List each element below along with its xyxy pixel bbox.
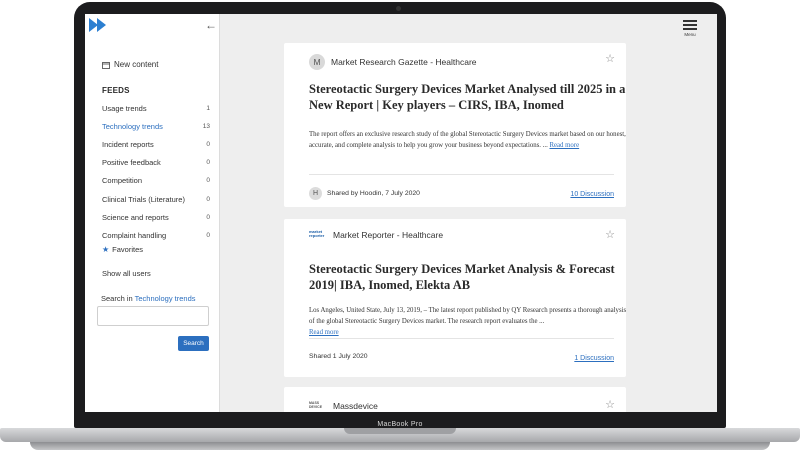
feed-label: Positive feedback [102,158,161,168]
feeds-heading: FEEDS [102,86,130,95]
collapse-sidebar-icon[interactable]: ← [205,18,217,32]
source-name: Massdevice [333,401,378,411]
feed-count: 0 [206,213,210,221]
brand-logo-icon[interactable] [89,18,111,32]
feed-item-competition[interactable]: Competition 0 [102,172,210,190]
feed-item-clinical-trials[interactable]: Clinical Trials (Literature) 0 [102,190,210,208]
search-scope: Technology trends [134,294,196,303]
feed-count: 0 [206,177,210,185]
article-source[interactable]: market reporter Market Reporter - Health… [309,229,444,240]
source-name: Market Reporter - Healthcare [333,230,444,240]
article-title[interactable]: Stereotactic Surgery Devices Market Anal… [309,82,629,113]
article-summary: The report offers an exclusive research … [309,129,629,151]
feed-count: 0 [206,195,210,203]
calendar-icon [102,61,110,69]
shared-info: H Shared by Hoodin, 7 July 2020 [309,187,420,200]
shared-info: Shared 1 July 2020 [309,353,368,360]
search-input[interactable] [97,306,209,326]
menu-label: Menu [684,32,696,37]
feed-item-usage-trends[interactable]: Usage trends 1 [102,99,210,117]
feed-count: 0 [206,159,210,167]
feed-label: Technology trends [102,121,163,131]
feed-label: Complaint handling [102,230,167,240]
card-divider [309,174,614,175]
summary-text: Los Angeles, United State, July 13, 2019… [309,307,627,326]
laptop-base-bottom [30,442,770,450]
feed-item-science-and-reports[interactable]: Science and reports 0 [102,208,210,226]
search-button[interactable]: Search [178,336,209,351]
discussion-link[interactable]: 1 Discussion [574,355,614,362]
article-source[interactable]: M Market Research Gazette - Healthcare [309,54,477,70]
hamburger-icon-line [683,24,697,26]
feed-count: 0 [206,140,210,148]
article-title[interactable]: Stereotactic Surgery Devices Market Anal… [309,262,629,293]
feed-item-complaint-handling[interactable]: Complaint handling 0 [102,226,210,244]
menu-button[interactable]: Menu [683,20,697,37]
read-more-link[interactable]: Read more [309,329,339,336]
read-more-link[interactable]: Read more [549,142,579,149]
sidebar: ← New content FEEDS Usage trends 1 Techn… [85,14,220,412]
new-content-link[interactable]: New content [102,60,158,69]
feed-label: Incident reports [102,139,154,149]
article-source[interactable]: MASS DEVICE Massdevice [309,401,378,411]
feed-item-positive-feedback[interactable]: Positive feedback 0 [102,154,210,172]
hamburger-icon [683,20,697,22]
favorites-link[interactable]: ★ Favorites [102,245,143,254]
favorite-star-icon[interactable]: ☆ [605,398,615,411]
shared-text: Shared 1 July 2020 [309,353,368,360]
app-screen: ← New content FEEDS Usage trends 1 Techn… [85,14,717,412]
camera-icon [396,6,401,11]
feed-list: Usage trends 1 Technology trends 13 Inci… [102,99,210,245]
search-label: Search in Technology trends [101,294,196,303]
article-card: M Market Research Gazette - Healthcare ☆… [284,43,626,207]
card-divider [309,338,614,339]
feed-count: 13 [202,122,210,130]
source-avatar: M [309,54,325,70]
feed-label: Competition [102,176,143,186]
feed-label: Clinical Trials (Literature) [102,194,185,204]
feed-count: 1 [206,104,210,112]
feed-item-technology-trends[interactable]: Technology trends 13 [102,117,210,135]
laptop-mockup: ← New content FEEDS Usage trends 1 Techn… [0,0,800,461]
favorites-label: Favorites [112,245,144,254]
laptop-notch [344,428,456,434]
hamburger-icon-line [683,28,697,30]
feed-item-incident-reports[interactable]: Incident reports 0 [102,135,210,153]
favorite-star-icon[interactable]: ☆ [605,52,615,65]
show-all-users-link[interactable]: Show all users [102,269,151,278]
favorite-star-icon[interactable]: ☆ [605,228,615,241]
market-reporter-logo: market reporter [309,229,325,239]
shared-text: Shared by Hoodin, 7 July 2020 [327,190,420,197]
feed-label: Science and reports [102,212,169,222]
device-model-label: MacBook Pro [377,421,423,428]
article-card: market reporter Market Reporter - Health… [284,219,626,377]
star-filled-icon: ★ [102,245,110,254]
feed-count: 0 [206,231,210,239]
massdevice-logo: MASS DEVICE [309,401,323,410]
discussion-link[interactable]: 10 Discussion [570,191,614,198]
new-content-label: New content [114,60,159,69]
article-card: MASS DEVICE Massdevice ☆ [284,387,626,412]
article-summary: Los Angeles, United State, July 13, 2019… [309,305,629,339]
search-prefix: Search in [101,294,133,303]
source-name: Market Research Gazette - Healthcare [331,57,477,67]
sharer-avatar: H [309,187,322,200]
feed-label: Usage trends [102,103,147,113]
